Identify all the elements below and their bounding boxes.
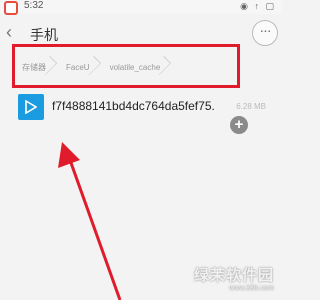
watermark-main: 绿茉软件园	[193, 267, 274, 284]
watermark-sub: www.33lc.com	[229, 285, 274, 292]
watermark: 绿茉软件园 www.33lc.com	[194, 264, 274, 292]
red-arrow-annotation	[58, 142, 122, 300]
